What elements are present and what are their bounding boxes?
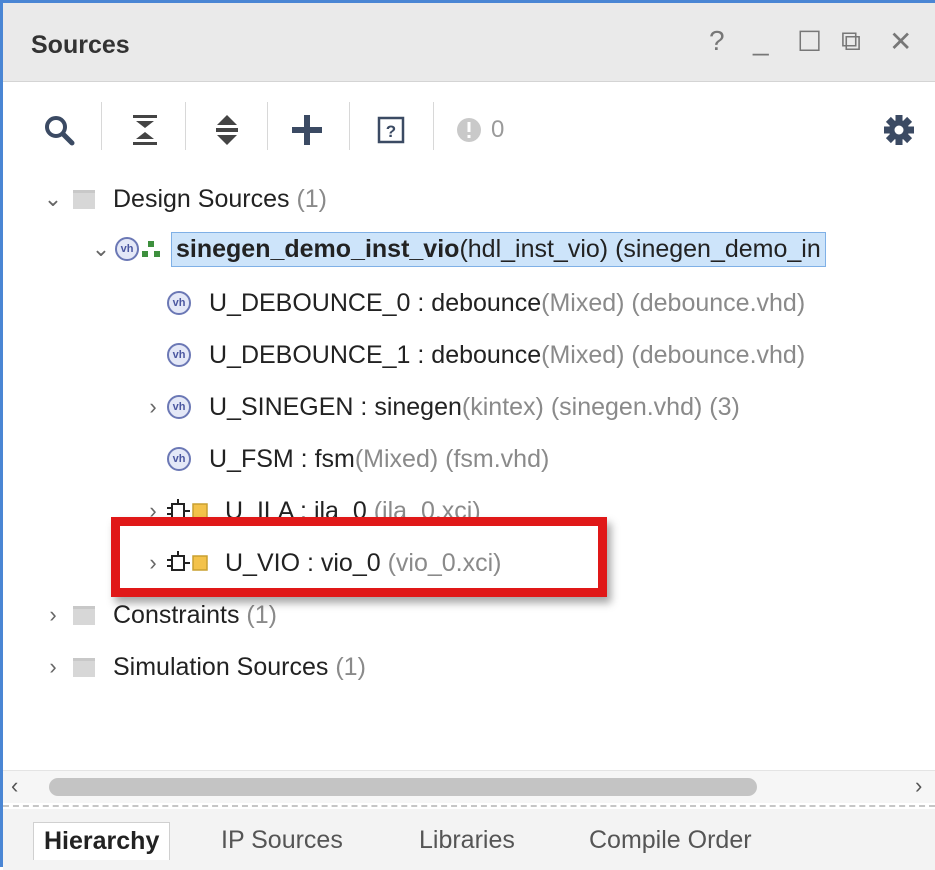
chevron-right-icon[interactable]: › xyxy=(39,654,67,680)
scroll-left-icon[interactable]: ‹ xyxy=(11,773,18,799)
warning-icon xyxy=(457,118,481,142)
chevron-down-icon[interactable]: ⌄ xyxy=(87,236,115,262)
child-lib: (Mixed) xyxy=(541,340,625,369)
child-lib: (Mixed) xyxy=(541,288,625,317)
vhdl-icon: vh xyxy=(115,237,139,261)
tree-node-top-module[interactable]: ⌄ vh sinegen_demo_inst_vio(hdl_inst_vio)… xyxy=(87,223,826,275)
child-count: (3) xyxy=(709,392,740,421)
hierarchy-icon xyxy=(142,241,160,257)
vhdl-icon: vh xyxy=(167,395,191,419)
tree-node-count: (1) xyxy=(335,652,366,681)
highlight-box xyxy=(111,517,607,597)
child-lib: (kintex) xyxy=(461,392,544,421)
search-icon[interactable] xyxy=(39,110,79,150)
tree-node-count: (1) xyxy=(296,184,327,213)
tab-hierarchy[interactable]: Hierarchy xyxy=(33,822,171,860)
sources-window: Sources ? _ ☐ ⧉ ✕ ? 0 ⌄ Design Sources (… xyxy=(0,0,935,870)
tree-node-child[interactable]: › vh U_SINEGEN : sinegen (kintex) (sinege… xyxy=(139,381,740,433)
vhdl-icon: vh xyxy=(167,343,191,367)
folder-icon xyxy=(73,189,95,209)
help-icon[interactable]: ? xyxy=(371,110,411,150)
selected-item[interactable]: sinegen_demo_inst_vio(hdl_inst_vio) (sin… xyxy=(171,231,826,267)
close-button[interactable]: ✕ xyxy=(889,25,912,58)
tree-node-label: Constraints xyxy=(113,600,240,629)
add-icon[interactable] xyxy=(287,110,327,150)
child-file: (fsm.vhd) xyxy=(445,444,550,473)
tab-bar: Hierarchy IP Sources Libraries Compile O… xyxy=(3,809,935,870)
tree-node-child[interactable]: vh U_DEBOUNCE_0 : debounce (Mixed) (debou… xyxy=(167,277,805,329)
child-name: U_SINEGEN : sinegen xyxy=(209,392,462,421)
scroll-right-icon[interactable]: › xyxy=(915,773,922,799)
child-file: (debounce.vhd) xyxy=(631,340,806,369)
help-button[interactable]: ? xyxy=(709,25,725,57)
toolbar-separator xyxy=(185,102,186,150)
tab-ip-sources[interactable]: IP Sources xyxy=(211,822,353,859)
toolbar-separator xyxy=(349,102,350,150)
chevron-down-icon[interactable]: ⌄ xyxy=(39,186,67,212)
top-module-detail: (hdl_inst_vio) (sinegen_demo_in xyxy=(459,234,821,263)
toolbar-separator xyxy=(267,102,268,150)
tab-compile-order[interactable]: Compile Order xyxy=(579,822,762,859)
folder-icon xyxy=(73,657,95,677)
vhdl-icon: vh xyxy=(167,291,191,315)
child-lib: (Mixed) xyxy=(354,444,439,473)
chevron-right-icon[interactable]: › xyxy=(39,602,67,628)
tree-node-label: Design Sources xyxy=(113,184,290,213)
maximize-button[interactable]: ☐ xyxy=(797,25,822,58)
expand-all-icon[interactable] xyxy=(207,110,247,150)
tree-node-design-sources[interactable]: ⌄ Design Sources (1) xyxy=(39,173,327,225)
folder-icon xyxy=(73,605,95,625)
tree-node-label: Simulation Sources xyxy=(113,652,329,681)
vhdl-icon: vh xyxy=(167,447,191,471)
window-title: Sources xyxy=(31,31,130,59)
top-module-name: sinegen_demo_inst_vio xyxy=(176,234,460,263)
warning-indicator[interactable]: 0 xyxy=(455,110,525,150)
toolbar-separator xyxy=(101,102,102,150)
child-name: U_FSM : fsm xyxy=(209,444,355,473)
tree-node-count: (1) xyxy=(246,600,277,629)
child-name: U_DEBOUNCE_0 : debounce xyxy=(209,288,542,317)
child-file: (debounce.vhd) xyxy=(631,288,806,317)
warning-count: 0 xyxy=(491,116,505,143)
tree-node-child[interactable]: vh U_FSM : fsm (Mixed) (fsm.vhd) xyxy=(167,433,549,485)
tree-node-child[interactable]: vh U_DEBOUNCE_1 : debounce (Mixed) (debou… xyxy=(167,329,805,381)
divider xyxy=(3,805,935,807)
toolbar: ? 0 xyxy=(3,82,935,172)
svg-text:?: ? xyxy=(386,122,396,141)
tree-node-simulation-sources[interactable]: › Simulation Sources (1) xyxy=(39,641,366,693)
tab-libraries[interactable]: Libraries xyxy=(409,822,525,859)
title-bar: Sources ? _ ☐ ⧉ ✕ xyxy=(3,3,935,82)
chevron-right-icon[interactable]: › xyxy=(139,394,167,420)
scrollbar-thumb[interactable] xyxy=(49,778,757,796)
sources-tree: ⌄ Design Sources (1) ⌄ vh sinegen_demo_i… xyxy=(3,173,935,773)
minimize-button[interactable]: _ xyxy=(753,25,769,57)
float-button[interactable]: ⧉ xyxy=(841,25,861,58)
settings-icon[interactable] xyxy=(879,110,919,150)
collapse-all-icon[interactable] xyxy=(125,110,165,150)
horizontal-scrollbar[interactable]: ‹ › xyxy=(3,770,935,803)
child-file: (sinegen.vhd) xyxy=(550,392,703,421)
toolbar-separator xyxy=(433,102,434,150)
child-name: U_DEBOUNCE_1 : debounce xyxy=(209,340,542,369)
